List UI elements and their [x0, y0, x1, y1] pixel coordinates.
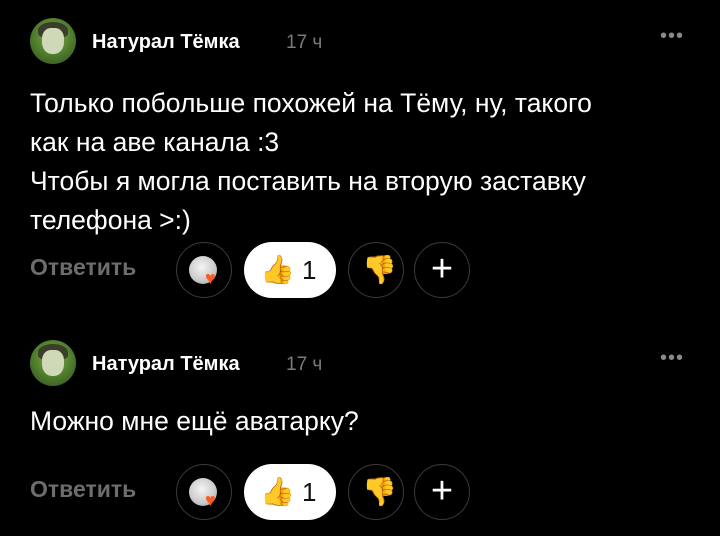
reply-button[interactable]: Ответить — [30, 254, 136, 281]
reactors-button[interactable]: ♥ — [176, 464, 232, 520]
author-name[interactable]: Натурал Тёмка — [92, 353, 240, 376]
more-dots-icon[interactable]: ••• — [654, 24, 690, 48]
avatar[interactable] — [30, 18, 76, 64]
timestamp: 17 ч — [286, 32, 323, 53]
comment-text-line: телефона >:) — [30, 205, 191, 235]
reply-button[interactable]: Ответить — [30, 476, 136, 503]
reactors-button[interactable]: ♥ — [176, 242, 232, 298]
comment-text-line: Только побольше похожей на Тёму, ну, так… — [30, 88, 592, 118]
like-count: 1 — [302, 255, 317, 285]
comment-text-line: Можно мне ещё аватарку? — [30, 406, 359, 436]
timestamp: 17 ч — [286, 354, 323, 375]
comment-text: Только побольше похожей на Тёму, ну, так… — [30, 84, 690, 240]
thumbs-up-icon: 👍 — [260, 476, 295, 507]
more-dots-icon[interactable]: ••• — [654, 346, 690, 370]
avatar[interactable] — [30, 340, 76, 386]
like-button[interactable]: 👍 1 — [244, 242, 336, 298]
thumbs-down-icon: 👎 — [362, 254, 397, 285]
add-reaction-button[interactable]: + — [414, 242, 470, 298]
avatar-face — [42, 28, 64, 54]
comment-actions: Ответить ♥ 👍 1 👎 + — [30, 462, 690, 522]
comment-text: Можно мне ещё аватарку? — [30, 402, 690, 441]
comment-text-line: как на аве канала :3 — [30, 127, 280, 157]
comment-header: Натурал Тёмка 17 ч ••• — [30, 340, 690, 388]
author-name[interactable]: Натурал Тёмка — [92, 31, 240, 54]
like-count: 1 — [302, 477, 317, 507]
like-button[interactable]: 👍 1 — [244, 464, 336, 520]
thumbs-down-icon: 👎 — [362, 476, 397, 507]
comment-header: Натурал Тёмка 17 ч ••• — [30, 18, 690, 66]
heart-icon: ♥ — [205, 268, 216, 288]
dislike-button[interactable]: 👎 — [348, 242, 404, 298]
comment-text-line: Чтобы я могла поставить на вторую застав… — [30, 166, 586, 196]
add-reaction-button[interactable]: + — [414, 464, 470, 520]
avatar-face — [42, 350, 64, 376]
heart-icon: ♥ — [205, 490, 216, 510]
dislike-button[interactable]: 👎 — [348, 464, 404, 520]
thumbs-up-icon: 👍 — [260, 254, 295, 285]
comment-actions: Ответить ♥ 👍 1 👎 + — [30, 240, 690, 300]
